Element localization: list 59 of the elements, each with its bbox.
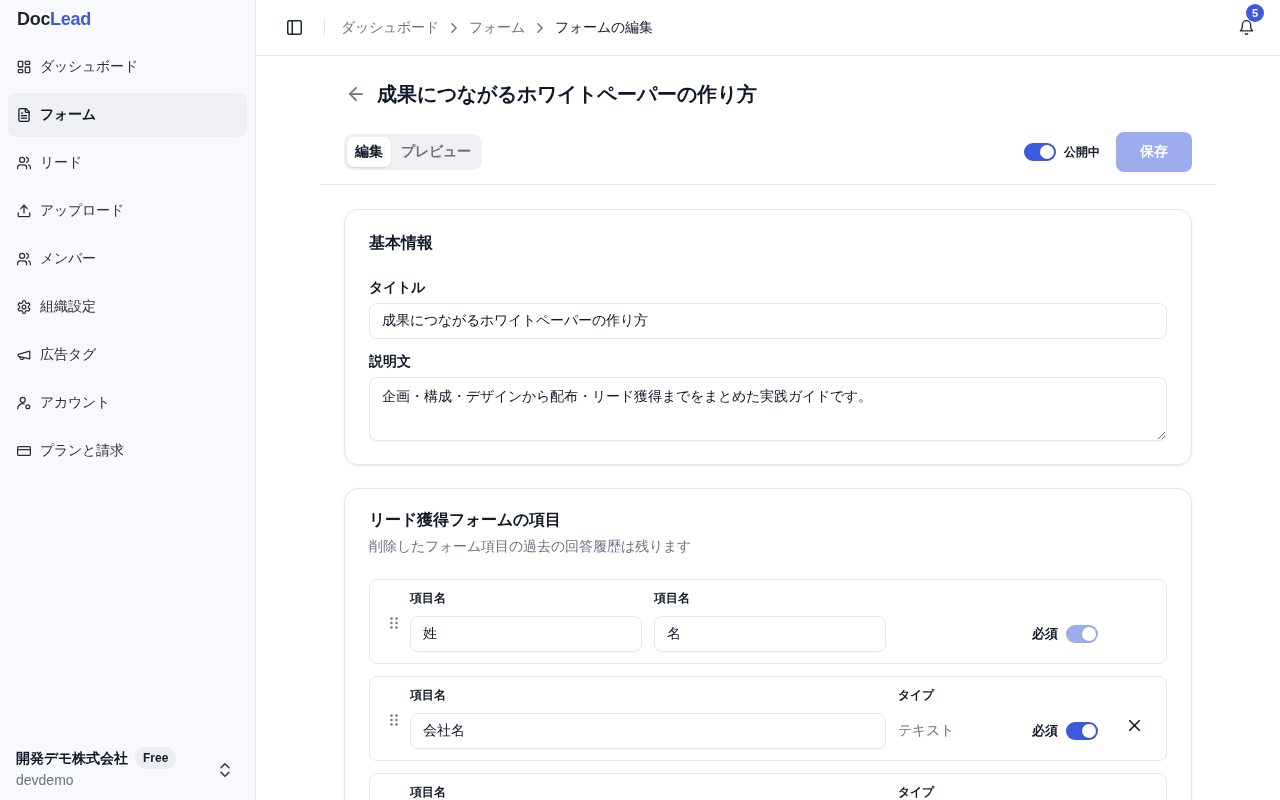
- organization-handle: devdemo: [16, 771, 74, 789]
- item-label: 項目名: [410, 689, 447, 701]
- tab[interactable]: プレビュー: [393, 137, 479, 167]
- sidebar-item[interactable]: アップロード: [8, 189, 247, 233]
- sidebar-item[interactable]: メンバー: [8, 237, 247, 281]
- drag-handle-icon[interactable]: [390, 617, 398, 629]
- type-label: タイプ: [898, 689, 936, 701]
- logo: DocLead: [17, 8, 91, 31]
- chevron-right-icon: [451, 22, 457, 33]
- document-icon: [17, 108, 31, 122]
- credit-card-icon: [17, 444, 31, 458]
- description-field[interactable]: 企画・構成・デザインから配布・リード獲得までをまとめた実践ガイドです。: [369, 377, 1167, 441]
- sidebar-item[interactable]: 組織設定: [8, 285, 247, 329]
- tab[interactable]: 編集: [347, 137, 391, 167]
- current-page-label: フォームの編集: [555, 18, 653, 37]
- section-heading: リード獲得フォームの項目: [369, 510, 562, 530]
- item-label: 項目名: [654, 592, 691, 604]
- item-name-field[interactable]: 会社名: [410, 713, 886, 749]
- bell-icon: [1239, 20, 1254, 35]
- sidebar-item[interactable]: プランと請求: [8, 429, 247, 473]
- item-name-field[interactable]: 名: [654, 616, 886, 652]
- publish-toggle[interactable]: [1024, 143, 1056, 161]
- section-note: 削除したフォーム項目の過去の回答履歴は残ります: [369, 538, 692, 554]
- user-icon: [17, 396, 31, 410]
- breadcrumb-link[interactable]: フォーム: [469, 18, 525, 37]
- item-name-field[interactable]: 姓: [410, 616, 642, 652]
- section-heading: 基本情報: [369, 233, 434, 253]
- notification-count: 5: [1246, 4, 1264, 22]
- upload-icon: [17, 204, 31, 218]
- sidebar-item[interactable]: フォーム: [8, 93, 247, 137]
- sidebar-item[interactable]: アカウント: [8, 381, 247, 425]
- sidebar-item[interactable]: リード: [8, 141, 247, 185]
- item-label: 項目名: [410, 592, 447, 604]
- type-label: タイプ: [898, 786, 936, 798]
- dashboard-icon: [17, 60, 31, 74]
- item-label: 項目名: [410, 786, 447, 798]
- users-icon: [17, 252, 31, 266]
- users-icon: [17, 156, 31, 170]
- required-label: 必須: [1032, 722, 1058, 740]
- required-label: 必須: [1032, 625, 1058, 643]
- settings-icon: [17, 300, 31, 314]
- megaphone-icon: [17, 348, 31, 362]
- plan-badge: Free: [135, 747, 177, 769]
- publish-label: 公開中: [1064, 143, 1100, 161]
- close-icon: [1128, 719, 1140, 731]
- chevron-right-icon: [537, 22, 543, 33]
- page-title: 成果につながるホワイトペーパーの作り方: [377, 82, 757, 107]
- required-toggle[interactable]: [1066, 722, 1098, 740]
- field-label: タイトル: [369, 279, 426, 295]
- drag-handle-icon[interactable]: [390, 714, 398, 726]
- field-label: 説明文: [369, 353, 412, 369]
- chevrons-up-down-icon[interactable]: [220, 763, 230, 777]
- sidebar-item[interactable]: ダッシュボード: [8, 45, 247, 89]
- type-value: テキスト: [898, 722, 955, 740]
- panel-left-icon: [287, 20, 302, 35]
- title-field[interactable]: 成果につながるホワイトペーパーの作り方: [369, 303, 1167, 339]
- sidebar-item[interactable]: 広告タグ: [8, 333, 247, 377]
- breadcrumb-link[interactable]: ダッシュボード: [341, 18, 439, 37]
- organization-name: 開発デモ株式会社: [16, 749, 128, 767]
